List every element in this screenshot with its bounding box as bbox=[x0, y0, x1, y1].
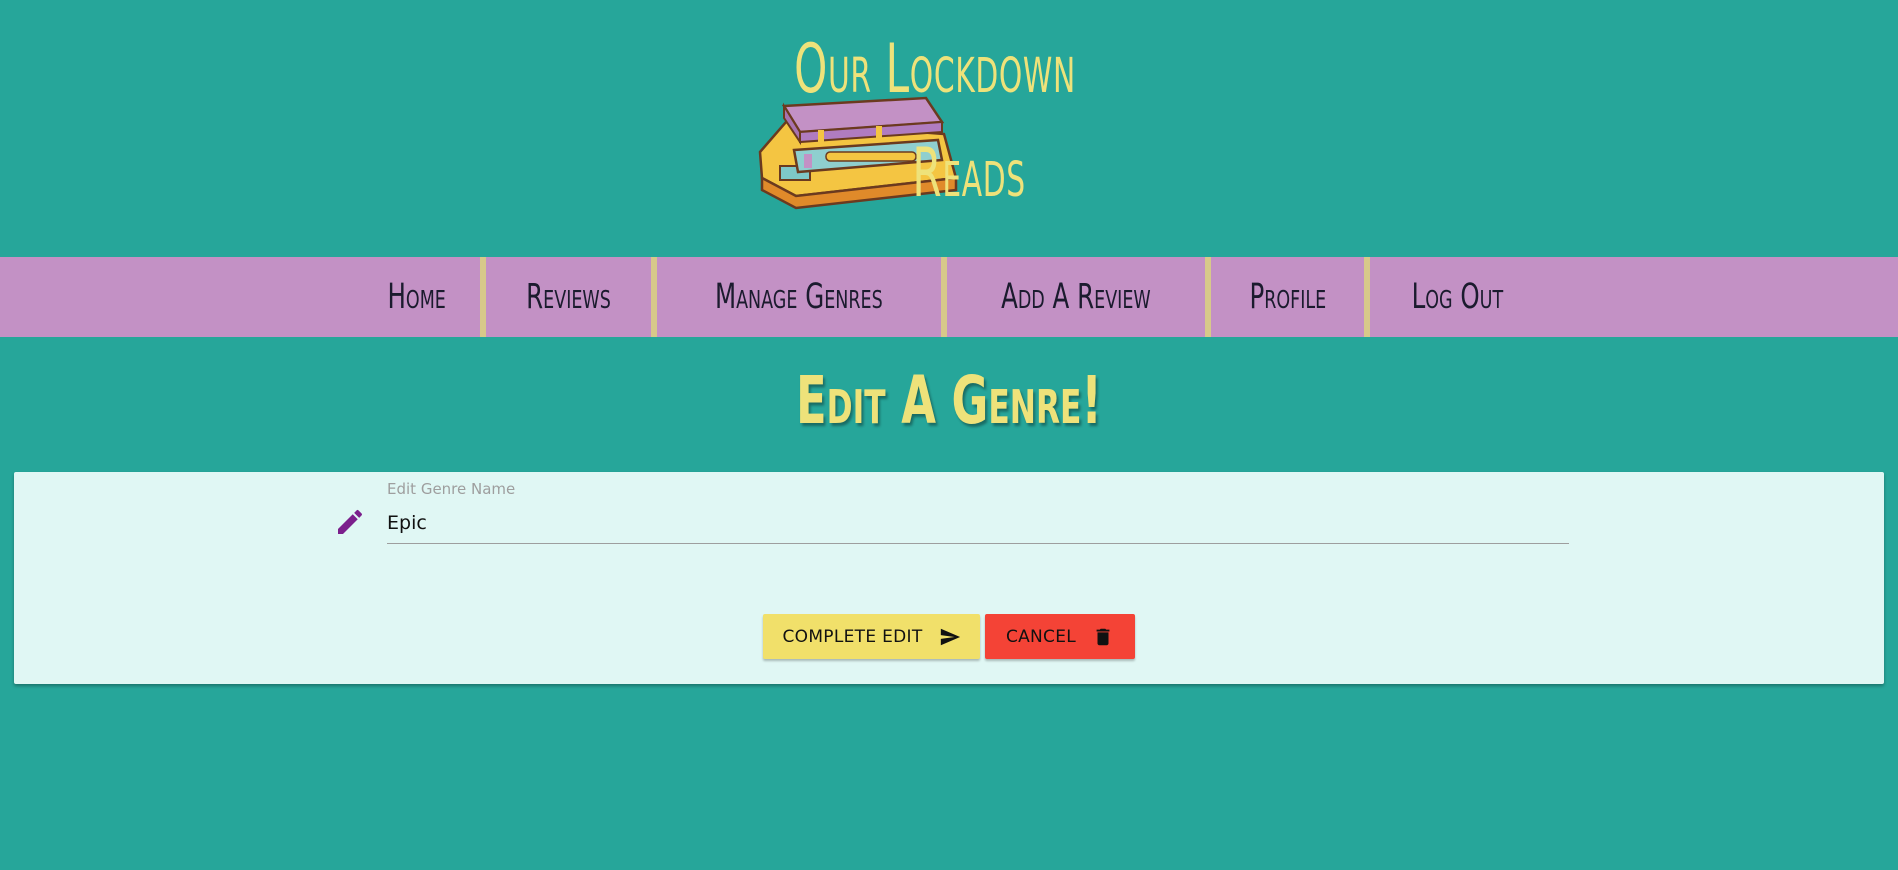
genre-name-label: Edit Genre Name bbox=[387, 480, 516, 498]
site-title-line2: Reads bbox=[912, 134, 1026, 213]
site-title-line1: Our Lockdown bbox=[794, 30, 1076, 109]
genre-name-input[interactable] bbox=[387, 502, 1569, 544]
nav-item-reviews[interactable]: Reviews bbox=[486, 257, 651, 337]
trash-icon bbox=[1096, 628, 1110, 645]
pencil-icon bbox=[338, 509, 363, 534]
cancel-label: CANCEL bbox=[1005, 626, 1077, 647]
cancel-button[interactable]: CANCEL bbox=[985, 614, 1135, 659]
nav-item-manage-genres[interactable]: Manage Genres bbox=[657, 257, 941, 337]
site-title: Our Lockdown Reads bbox=[780, 18, 1090, 226]
complete-edit-label: COMPLETE EDIT bbox=[782, 626, 923, 647]
nav-item-add-review[interactable]: Add A Review bbox=[947, 257, 1205, 337]
page-title: Edit A Genre! bbox=[796, 362, 1102, 439]
send-icon bbox=[940, 628, 960, 645]
nav-item-log-out[interactable]: Log Out bbox=[1370, 257, 1545, 337]
complete-edit-button[interactable]: COMPLETE EDIT bbox=[763, 614, 980, 659]
site-header: Our Lockdown Reads bbox=[0, 0, 1898, 257]
main-nav: Home Reviews Manage Genres Add A Review … bbox=[0, 257, 1898, 337]
edit-genre-form: Edit Genre Name COMPLETE EDIT CANCEL bbox=[14, 472, 1884, 684]
nav-item-profile[interactable]: Profile bbox=[1211, 257, 1365, 337]
nav-item-home[interactable]: Home bbox=[353, 257, 480, 337]
